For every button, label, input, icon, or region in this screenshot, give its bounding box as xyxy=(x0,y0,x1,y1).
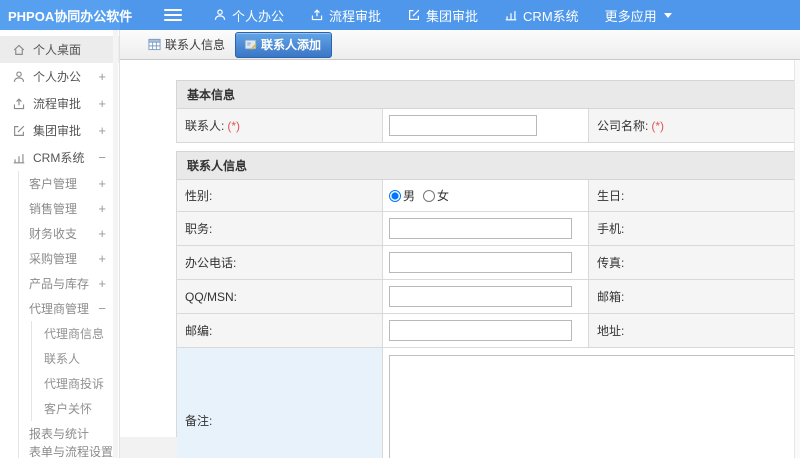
expand-icon[interactable]: + xyxy=(98,276,106,291)
gender-male-radio[interactable] xyxy=(389,189,401,202)
content-pane: 联系人信息 联系人添加 基本信息 联系人: (*) 公司名称: (*) 联系人信… xyxy=(120,30,800,458)
caret-down-icon xyxy=(663,12,672,18)
sidebar-item-agent-info[interactable]: 代理商信息 xyxy=(32,321,119,346)
sidebar: 个人桌面 个人办公 + 流程审批 + 集团审批 + CRM系统 − 客户管理 + xyxy=(0,30,120,458)
workflow-icon xyxy=(13,97,25,109)
top-bar: PHPOA协同办公软件 个人办公 流程审批 集团审批 CRM系统 更多应用 xyxy=(0,0,800,30)
section-title: 联系人信息 xyxy=(176,151,795,180)
table-row: 职务: 手机: xyxy=(176,211,795,246)
office-phone-input[interactable] xyxy=(389,252,572,273)
expand-icon[interactable]: + xyxy=(98,69,106,84)
sidebar-item-agent-mgmt[interactable]: 代理商管理 − xyxy=(19,296,119,321)
office-phone-label: 办公电话: xyxy=(176,245,383,280)
basic-info-section: 基本信息 联系人: (*) 公司名称: (*) xyxy=(176,80,795,143)
table-icon xyxy=(148,38,161,51)
user-icon xyxy=(13,70,25,82)
topnav-crm-system[interactable]: CRM系统 xyxy=(495,0,588,30)
gender-radio-group: 男 女 xyxy=(389,182,582,209)
collapse-icon[interactable]: − xyxy=(98,150,106,165)
expand-icon[interactable]: + xyxy=(98,123,106,138)
sidebar-item-personal-office[interactable]: 个人办公 + xyxy=(0,63,119,90)
required-mark: (*) xyxy=(651,119,665,133)
gender-female-radio[interactable] xyxy=(423,189,436,202)
crm-submenu: 客户管理 + 销售管理 + 财务收支 + 采购管理 + 产品与库存 + 代理商管… xyxy=(18,171,119,458)
table-row: 性别: 男 女 生日: xyxy=(176,179,795,212)
table-row: QQ/MSN: 邮箱: xyxy=(176,279,795,314)
fax-label: 传真: xyxy=(588,245,795,280)
topnav-workflow-approval[interactable]: 流程审批 xyxy=(301,0,390,30)
edit-icon xyxy=(409,9,420,20)
contact-add-form: 基本信息 联系人: (*) 公司名称: (*) 联系人信息 性别: 男 女 生日… xyxy=(176,80,800,458)
birthday-label: 生日: xyxy=(588,179,795,212)
sidebar-item-customer-care[interactable]: 客户关怀 xyxy=(32,396,119,421)
tab-bar: 联系人信息 联系人添加 xyxy=(120,30,800,60)
tab-contact-info[interactable]: 联系人信息 xyxy=(148,36,225,53)
sidebar-item-form-flow-settings[interactable]: 表单与流程设置+ xyxy=(19,445,119,458)
remark-label: 备注: xyxy=(176,347,383,458)
table-row: 办公电话: 传真: xyxy=(176,245,795,280)
sidebar-item-finance[interactable]: 财务收支 + xyxy=(19,221,119,246)
sidebar-item-purchase-mgmt[interactable]: 采购管理 + xyxy=(19,246,119,271)
zipcode-label: 邮编: xyxy=(176,313,383,348)
expand-icon[interactable]: + xyxy=(98,201,106,216)
top-nav: 个人办公 流程审批 集团审批 CRM系统 更多应用 xyxy=(204,0,681,30)
app-logo: PHPOA协同办公软件 xyxy=(0,0,132,30)
sidebar-item-contacts[interactable]: 联系人 xyxy=(32,346,119,371)
sidebar-item-group-approval[interactable]: 集团审批 + xyxy=(0,117,119,144)
sidebar-item-workflow-approval[interactable]: 流程审批 + xyxy=(0,90,119,117)
add-contact-icon xyxy=(244,39,257,50)
expand-icon[interactable]: + xyxy=(98,226,106,241)
qq-msn-input[interactable] xyxy=(389,286,572,307)
workflow-icon xyxy=(311,9,323,21)
job-title-label: 职务: xyxy=(176,211,383,246)
edit-icon xyxy=(14,125,25,136)
sidebar-item-sales-mgmt[interactable]: 销售管理 + xyxy=(19,196,119,221)
collapse-icon[interactable]: − xyxy=(98,301,106,316)
chart-icon xyxy=(505,11,517,21)
table-row: 邮编: 地址: xyxy=(176,313,795,348)
home-icon xyxy=(13,44,25,55)
gender-label: 性别: xyxy=(176,179,383,212)
sidebar-item-product-stock[interactable]: 产品与库存 + xyxy=(19,271,119,296)
expand-icon[interactable]: + xyxy=(98,251,106,266)
table-row: 联系人: (*) 公司名称: (*) xyxy=(176,108,795,143)
section-title: 基本信息 xyxy=(176,80,795,109)
required-mark: (*) xyxy=(227,119,241,133)
sidebar-item-customer-mgmt[interactable]: 客户管理 + xyxy=(19,171,119,196)
menu-toggle-button[interactable] xyxy=(164,9,182,21)
email-label: 邮箱: xyxy=(588,279,795,314)
remark-textarea[interactable] xyxy=(389,355,800,458)
address-label: 地址: xyxy=(588,313,795,348)
contact-name-label: 联系人: (*) xyxy=(176,108,383,143)
table-row: 备注: xyxy=(176,347,800,458)
zipcode-input[interactable] xyxy=(389,320,572,341)
scroll-corner xyxy=(120,437,177,458)
contact-info-section: 联系人信息 性别: 男 女 生日: 职务: 手机: 办公电话: 传真: QQ/M… xyxy=(176,151,800,458)
content-scrollbar[interactable] xyxy=(794,60,800,458)
expand-icon[interactable]: + xyxy=(98,176,106,191)
job-title-input[interactable] xyxy=(389,218,572,239)
mobile-label: 手机: xyxy=(588,211,795,246)
topnav-personal-office[interactable]: 个人办公 xyxy=(204,0,293,30)
contact-name-input[interactable] xyxy=(389,115,537,136)
company-name-label: 公司名称: (*) xyxy=(588,108,795,143)
sidebar-item-agent-complaints[interactable]: 代理商投诉 xyxy=(32,371,119,396)
sidebar-item-personal-desktop[interactable]: 个人桌面 xyxy=(0,36,119,63)
chart-icon xyxy=(13,153,25,163)
user-icon xyxy=(214,9,226,20)
sidebar-item-crm-system[interactable]: CRM系统 − xyxy=(0,144,119,171)
topnav-group-approval[interactable]: 集团审批 xyxy=(398,0,487,30)
topnav-more-apps[interactable]: 更多应用 xyxy=(596,0,681,30)
gender-female-option[interactable]: 女 xyxy=(423,187,449,204)
tab-contact-add[interactable]: 联系人添加 xyxy=(235,31,333,58)
qq-msn-label: QQ/MSN: xyxy=(176,279,383,314)
agent-submenu: 代理商信息 联系人 代理商投诉 客户关怀 xyxy=(31,321,119,421)
gender-male-option[interactable]: 男 xyxy=(389,187,415,204)
expand-icon[interactable]: + xyxy=(98,96,106,111)
